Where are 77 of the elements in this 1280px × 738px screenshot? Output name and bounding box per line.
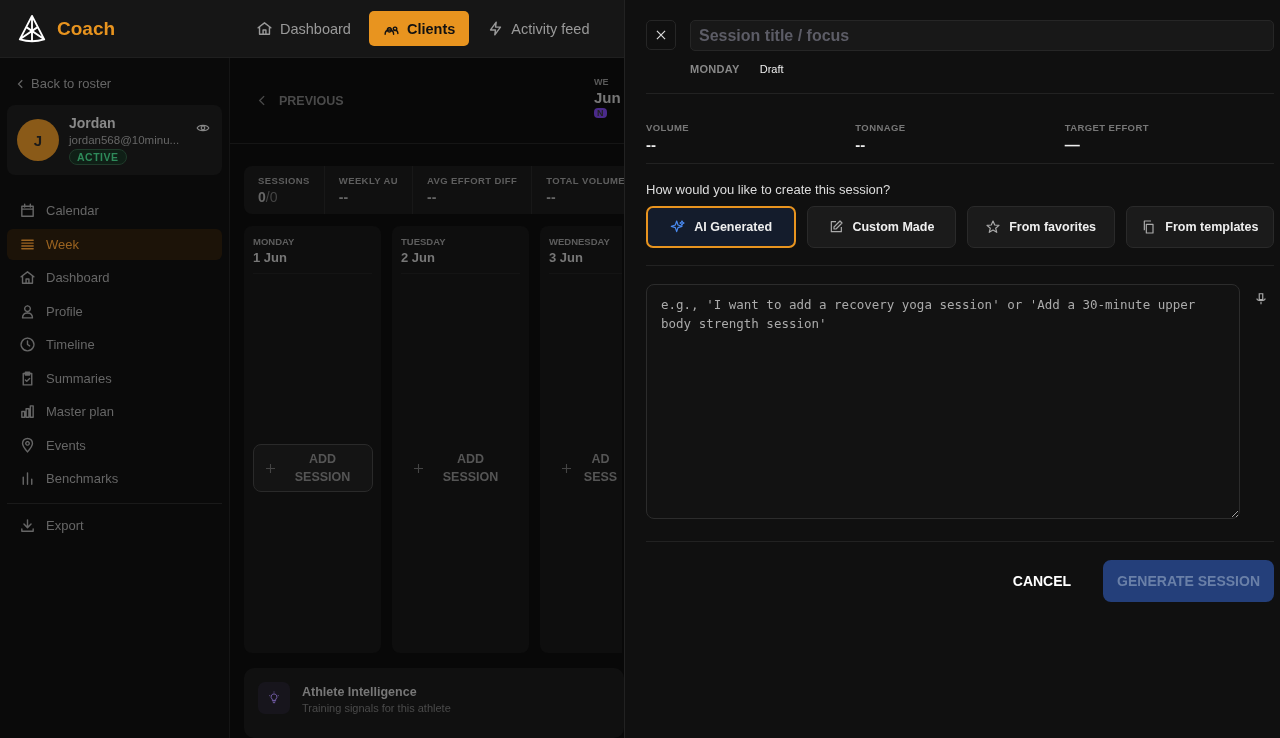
sidebar-item[interactable]: Master plan (7, 396, 222, 427)
method-option[interactable]: From favorites (966, 206, 1115, 248)
close-icon (654, 28, 668, 42)
logo-icon (17, 13, 47, 44)
sidebar-item[interactable]: Benchmarks (7, 463, 222, 494)
home-icon (256, 20, 273, 37)
day-weekday: TUESDAY (401, 236, 447, 247)
question-text: How would you like to create this session? (646, 182, 892, 197)
week-label: WE (594, 77, 609, 87)
day-weekday: WEDNESDAY (549, 236, 611, 247)
home-icon (19, 269, 36, 286)
sidebar-item[interactable]: Events (7, 429, 222, 461)
sidebar-item[interactable]: Dashboard (7, 262, 222, 293)
app-name: Coach (57, 17, 116, 40)
chevron-left-icon (258, 95, 265, 106)
week-badge: N (594, 108, 607, 118)
calendar-icon (19, 202, 36, 219)
add-session-button[interactable]: ADD SESSION (253, 444, 373, 492)
day-date: 2 Jun (401, 250, 436, 265)
nav-tab[interactable]: Activity feed (473, 11, 604, 46)
previous-button[interactable]: PREVIOUS (258, 93, 344, 108)
person-icon (19, 302, 36, 320)
star-icon (985, 219, 1002, 235)
sidebar-item[interactable]: Calendar (7, 195, 222, 226)
metric-label: VOLUME (646, 122, 691, 133)
close-button[interactable] (646, 20, 676, 50)
cancel-button[interactable]: CANCEL (1006, 572, 1078, 590)
title-field[interactable]: Session title / focus (690, 20, 1274, 51)
plus-icon (266, 463, 275, 473)
sidebar-item[interactable]: Timeline (7, 329, 222, 360)
method-option[interactable]: AI Generated (646, 206, 797, 248)
location-pin-icon (19, 436, 36, 454)
client-email: jordan568@10minu... (69, 134, 180, 146)
nav-tab[interactable]: Clients (368, 11, 470, 46)
status-label: Draft (759, 63, 784, 75)
status-badge: ACTIVE (69, 149, 127, 165)
method-option[interactable]: Custom Made (807, 206, 956, 248)
chevron-left-icon (17, 78, 23, 89)
client-name: Jordan (69, 115, 117, 131)
metric-label: TARGET EFFORT (1064, 122, 1150, 133)
prompt-field[interactable]: e.g., 'I want to add a recovery yoga session' or 'Add a 30-minute upper body strength session' (646, 284, 1240, 519)
stat-label: AVG EFFORT DIFF (427, 175, 518, 186)
sidebar-item[interactable]: Summaries (7, 362, 222, 394)
sidebar-item[interactable]: Week (7, 228, 222, 260)
stat-value: -- (546, 189, 557, 205)
day-weekday: MONDAY (253, 236, 296, 247)
stat-label: SESSIONS (258, 175, 310, 186)
nav-tab[interactable]: Dashboard (242, 11, 365, 46)
avatar: J (17, 119, 59, 161)
metric-value: -- (646, 136, 657, 153)
method-option[interactable]: From templates (1125, 206, 1274, 248)
plus-icon (562, 463, 571, 473)
stat-label: WEEKLY AU (338, 175, 398, 186)
day-label: MONDAY (690, 63, 740, 75)
bar-chart-icon (19, 403, 36, 420)
sidebar-item[interactable]: Export (7, 509, 222, 541)
metric-value: -- (855, 136, 867, 153)
stat-value: -- (338, 189, 350, 205)
edit-icon (828, 219, 845, 235)
metric-value: — (1064, 136, 1081, 153)
sparkle-icon (670, 219, 687, 235)
day-date: 3 Jun (549, 250, 584, 265)
add-session-button[interactable]: ADD SESSION (401, 444, 521, 492)
stat-value: -- (427, 189, 438, 205)
stat-label: TOTAL VOLUME (546, 175, 624, 186)
week-range: Jun (594, 89, 621, 106)
back-link[interactable]: Back to roster (17, 76, 222, 91)
metric-label: TONNAGE (855, 122, 907, 133)
sidebar-item[interactable]: Profile (7, 295, 222, 327)
day-date: 1 Jun (253, 250, 288, 265)
download-icon (19, 516, 36, 534)
plus-icon (414, 463, 423, 473)
clock-icon (19, 336, 36, 353)
lightbulb-icon (258, 682, 290, 714)
microphone-icon[interactable] (1254, 292, 1268, 306)
add-session-button[interactable]: AD SESS (549, 444, 624, 492)
intelligence-title: Athlete Intelligence (302, 685, 418, 699)
